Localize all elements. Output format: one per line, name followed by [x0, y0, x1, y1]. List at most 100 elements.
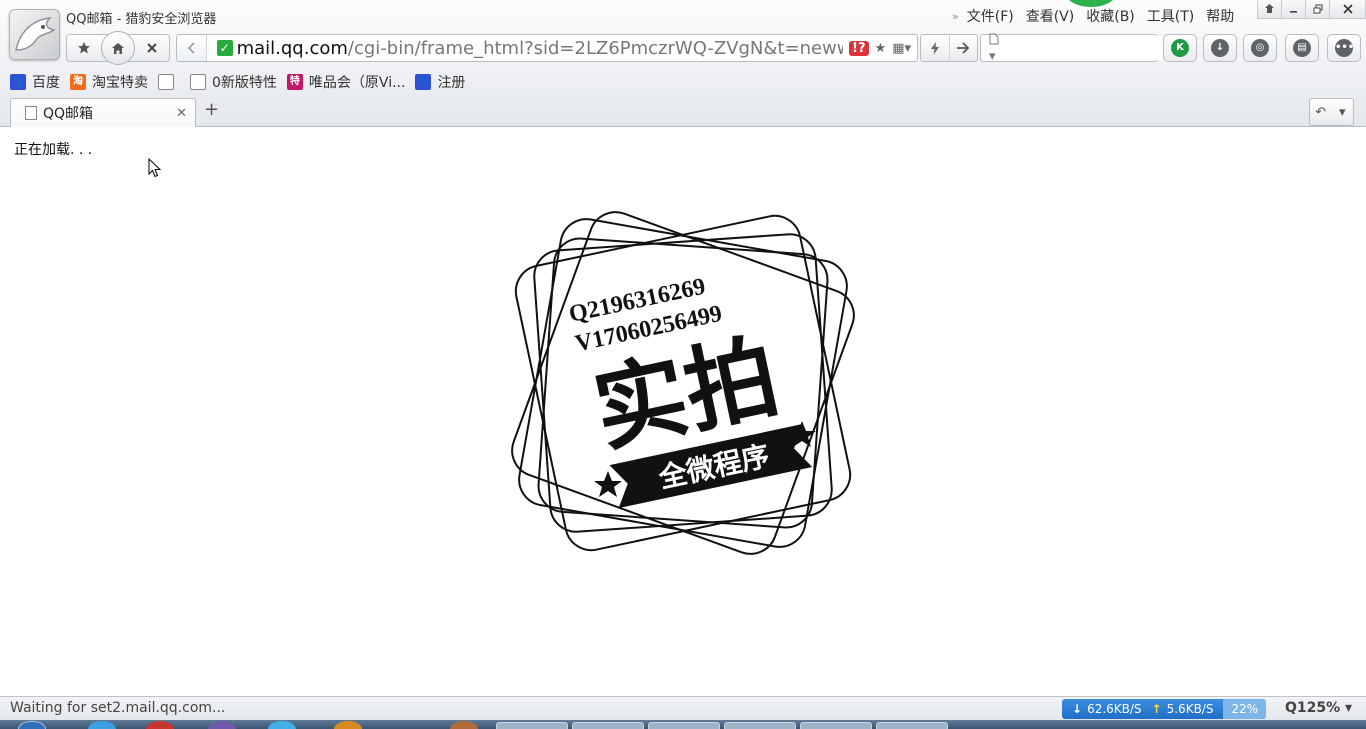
- page-icon: [989, 33, 999, 44]
- bookmark-baidu[interactable]: 🐾 百度: [10, 72, 60, 92]
- undo-icon[interactable]: ↶: [1310, 105, 1332, 120]
- tab-history-button[interactable]: ↶ ▾: [1309, 98, 1354, 126]
- bookmark-star-icon[interactable]: ★: [875, 41, 887, 56]
- taskbar-ie-icon[interactable]: [88, 721, 116, 729]
- url-text[interactable]: mail.qq.com/cgi-bin/frame_html?sid=2LZ6P…: [237, 38, 843, 59]
- menu-collapse-icon[interactable]: »: [952, 10, 959, 23]
- more-button[interactable]: •••: [1327, 34, 1361, 62]
- taskbar-app-icon[interactable]: [334, 721, 362, 729]
- minimize-button[interactable]: [1281, 0, 1306, 19]
- home-button[interactable]: [101, 31, 135, 65]
- skin-icon[interactable]: [1257, 0, 1282, 19]
- gamepad-icon: ◎: [1251, 39, 1269, 57]
- cpu-percent: 22%: [1223, 699, 1266, 719]
- download-speed: 62.6KB/S: [1087, 702, 1142, 716]
- close-icon: [147, 43, 157, 53]
- page-icon: [190, 74, 206, 90]
- search-engine-selector[interactable]: ▾: [981, 33, 999, 64]
- bookmark-new-features[interactable]: 0新版特性: [190, 72, 277, 92]
- restore-button[interactable]: [1305, 0, 1330, 19]
- taskbar: [0, 720, 1366, 729]
- close-button[interactable]: [1329, 0, 1366, 19]
- bookmark-blank[interactable]: [158, 74, 180, 90]
- taobao-icon: 淘: [70, 74, 86, 90]
- secure-check-icon[interactable]: ✓: [216, 40, 233, 56]
- window-controls: [1257, 0, 1366, 19]
- lightning-icon[interactable]: [921, 35, 950, 61]
- taskbar-window[interactable]: [648, 722, 720, 729]
- bookmark-label: 唯品会（原Vi...: [308, 75, 406, 91]
- bookmark-label: 百度: [32, 75, 60, 91]
- vip-icon: 特: [286, 74, 303, 90]
- go-arrow-icon[interactable]: [950, 35, 978, 61]
- url-path: /cgi-bin/frame_html?sid=2LZ6PmczrWQ-ZVgN…: [347, 37, 844, 59]
- menu-favorites[interactable]: 收藏(B): [1086, 6, 1135, 26]
- ad-block-icon[interactable]: !?: [849, 40, 869, 56]
- k-logo-icon: K: [1171, 39, 1189, 57]
- page-icon: [25, 106, 37, 120]
- menu-help[interactable]: 帮助: [1206, 6, 1234, 26]
- star-icon: [78, 42, 90, 54]
- window-title: QQ邮箱 - 猎豹安全浏览器: [66, 12, 217, 27]
- watermark-stamp: Q2196316269 V17060256499 实拍 全微程序: [511, 211, 855, 555]
- tab-close-icon[interactable]: ✕: [176, 106, 187, 121]
- bookmark-vip[interactable]: 特 唯品会（原Vi...: [286, 72, 406, 92]
- game-button[interactable]: ◎: [1243, 34, 1277, 62]
- bookmark-label: 注册: [437, 75, 466, 91]
- status-text: Waiting for set2.mail.qq.com...: [10, 700, 226, 716]
- baidu-paw-icon: 🐾: [10, 74, 26, 90]
- page-icon: [158, 74, 174, 90]
- chevron-left-icon: [188, 42, 195, 54]
- star-left-icon: [594, 471, 622, 497]
- taskbar-window[interactable]: [496, 722, 568, 729]
- bookmark-taobao[interactable]: 淘 淘宝特卖: [70, 72, 148, 92]
- start-button[interactable]: [18, 721, 46, 729]
- window-icon: ▤: [1293, 39, 1311, 57]
- taskbar-app-icon[interactable]: [208, 721, 236, 729]
- bookmarks-bar: 🐾 百度 淘 淘宝特卖 0新版特性 特 唯品会（原Vi... 🐾 注册: [10, 72, 475, 92]
- taskbar-app-icon[interactable]: [268, 721, 296, 729]
- bookmark-register[interactable]: 🐾 注册: [415, 72, 465, 92]
- upload-arrow-icon: ↑: [1151, 702, 1162, 716]
- taskbar-app-icon[interactable]: [450, 721, 478, 729]
- url-host: mail.qq.com: [236, 37, 348, 59]
- kingsoft-button[interactable]: K: [1163, 34, 1197, 62]
- taskbar-window[interactable]: [800, 722, 872, 729]
- menu-bar: » 文件(F) 查看(V) 收藏(B) 工具(T) 帮助: [952, 6, 1246, 26]
- taskbar-window[interactable]: [724, 722, 796, 729]
- taskbar-window[interactable]: [876, 722, 948, 729]
- home-icon: [112, 42, 124, 54]
- network-speed-widget[interactable]: ↓ 62.6KB/S ↑ 5.6KB/S 22%: [1062, 699, 1266, 719]
- upload-speed: 5.6KB/S: [1166, 702, 1214, 716]
- loading-text: 正在加载. . .: [14, 142, 93, 158]
- tab-qq-mail[interactable]: QQ邮箱 ✕: [10, 98, 196, 127]
- favorite-star-button[interactable]: [67, 35, 101, 61]
- cheetah-logo-icon[interactable]: [9, 9, 60, 60]
- bookmark-label: 0新版特性: [212, 75, 277, 91]
- menu-file[interactable]: 文件(F): [967, 6, 1014, 26]
- sidebar-button[interactable]: ▤: [1285, 34, 1319, 62]
- download-button[interactable]: ↓: [1203, 34, 1237, 62]
- more-icon: •••: [1335, 39, 1354, 57]
- taskbar-window[interactable]: [572, 722, 644, 729]
- new-tab-button[interactable]: +: [204, 99, 219, 120]
- mouse-cursor-icon: [148, 158, 162, 178]
- stop-loading-button[interactable]: [135, 35, 169, 61]
- speed-forward-group: [920, 34, 978, 62]
- download-arrow-icon: ↓: [1072, 702, 1083, 716]
- address-bar[interactable]: ✓ mail.qq.com/cgi-bin/frame_html?sid=2LZ…: [176, 34, 918, 62]
- menu-tools[interactable]: 工具(T): [1147, 6, 1194, 26]
- menu-view[interactable]: 查看(V): [1026, 6, 1075, 26]
- bookmark-label: 淘宝特卖: [92, 75, 148, 91]
- chevron-down-icon[interactable]: ▾: [1332, 105, 1354, 120]
- search-input[interactable]: [999, 36, 1169, 60]
- zoom-level[interactable]: Q125% ▾: [1285, 700, 1352, 716]
- status-bar: Waiting for set2.mail.qq.com... ↓ 62.6KB…: [0, 696, 1366, 720]
- page-content: 正在加载. . . Q2196316269 V17060256499 实拍 全微…: [0, 128, 1366, 696]
- qr-code-icon[interactable]: ▦▾: [892, 41, 911, 56]
- back-button[interactable]: [177, 35, 207, 61]
- browser-chrome: QQ邮箱 - 猎豹安全浏览器 » 文件(F) 查看(V) 收藏(B) 工具(T)…: [0, 0, 1366, 127]
- search-box: ▾: [980, 33, 1181, 64]
- nav-button-group: [66, 31, 170, 65]
- taskbar-app-icon[interactable]: [146, 721, 174, 729]
